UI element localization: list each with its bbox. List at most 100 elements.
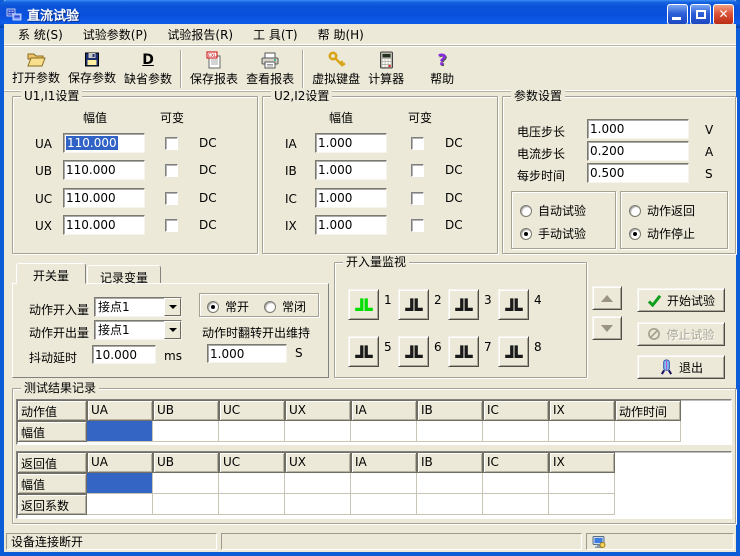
toolbar-label: 计算器 <box>368 70 404 87</box>
uc-amplitude-input[interactable]: 110.000 <box>63 188 145 208</box>
ub-amplitude-input[interactable]: 110.000 <box>63 160 145 180</box>
ua-dc-checkbox[interactable] <box>165 137 178 150</box>
tab-switch[interactable]: 开关量 <box>16 263 86 284</box>
current-step-input[interactable]: 0.200 <box>587 141 689 161</box>
row-label: IA <box>285 137 297 151</box>
manual-test-radio[interactable]: 手动试验 <box>520 225 586 242</box>
contact-button-4[interactable] <box>498 289 529 320</box>
contact-button-7[interactable] <box>448 336 479 367</box>
calculator-button[interactable]: 计算器 <box>364 48 408 90</box>
open-params-button[interactable]: 打开参数 <box>8 48 64 90</box>
contact-button-5[interactable] <box>348 336 379 367</box>
table-cell-selected[interactable] <box>87 473 153 494</box>
normally-closed-radio[interactable]: 常闭 <box>264 298 306 315</box>
ib-dc-checkbox[interactable] <box>411 164 424 177</box>
ic-amplitude-input[interactable]: 1.000 <box>315 188 387 208</box>
menu-test-report[interactable]: 试验报告(R) <box>161 24 239 45</box>
table-cell[interactable] <box>153 421 219 442</box>
start-test-button[interactable]: 开始试验 <box>637 288 725 312</box>
step-down-button[interactable] <box>592 316 622 340</box>
table-cell[interactable] <box>549 494 615 515</box>
view-report-button[interactable]: 查看报表 <box>242 48 298 90</box>
stop-icon <box>647 327 661 341</box>
input-value: 1.000 <box>210 347 244 361</box>
menu-test-params[interactable]: 试验参数(P) <box>77 24 154 45</box>
menu-tools[interactable]: 工 具(T) <box>247 24 304 45</box>
chevron-down-icon[interactable] <box>164 321 181 339</box>
save-report-button[interactable]: EXL 保存报表 <box>186 48 242 90</box>
default-params-button[interactable]: D 缺省参数 <box>120 48 176 90</box>
table-cell[interactable] <box>285 421 351 442</box>
ix-amplitude-input[interactable]: 1.000 <box>315 215 387 235</box>
tab-label: 开关量 <box>33 269 69 283</box>
table-cell[interactable] <box>285 494 351 515</box>
close-button[interactable]: ✕ <box>713 4 734 25</box>
input-value: 110.000 <box>66 163 116 177</box>
table-cell[interactable] <box>615 421 681 442</box>
table-cell[interactable] <box>483 494 549 515</box>
maximize-button[interactable] <box>690 4 711 25</box>
table-cell[interactable] <box>351 494 417 515</box>
menu-system[interactable]: 系 统(S) <box>12 24 69 45</box>
table-cell[interactable] <box>219 494 285 515</box>
exit-button[interactable]: 退出 <box>637 355 725 379</box>
table-cell[interactable] <box>549 473 615 494</box>
contact-button-2[interactable] <box>398 289 429 320</box>
table-cell[interactable] <box>483 473 549 494</box>
chevron-down-icon[interactable] <box>164 298 181 316</box>
ia-dc-checkbox[interactable] <box>411 137 424 150</box>
table-cell[interactable] <box>417 473 483 494</box>
contact-button-6[interactable] <box>398 336 429 367</box>
table-cell[interactable] <box>483 421 549 442</box>
ia-amplitude-input[interactable]: 1.000 <box>315 133 387 153</box>
ux-amplitude-input[interactable]: 110.000 <box>63 215 145 235</box>
debounce-input[interactable]: 10.000 <box>92 345 156 364</box>
action-return-radio[interactable]: 动作返回 <box>629 202 695 219</box>
minimize-button[interactable] <box>667 4 688 25</box>
contact-button-1[interactable] <box>348 289 379 320</box>
table-cell[interactable] <box>285 473 351 494</box>
voltage-step-input[interactable]: 1.000 <box>587 119 689 139</box>
table-cell[interactable] <box>549 421 615 442</box>
table-cell[interactable] <box>153 473 219 494</box>
ic-dc-checkbox[interactable] <box>411 192 424 205</box>
flip-hold-input[interactable]: 1.000 <box>207 344 287 363</box>
normally-open-radio[interactable]: 常开 <box>207 298 249 315</box>
corner-cell: 返回值 <box>17 452 87 473</box>
ux-dc-checkbox[interactable] <box>165 219 178 232</box>
ix-dc-checkbox[interactable] <box>411 219 424 232</box>
table-row: 幅值 <box>17 421 731 442</box>
contact-icon <box>353 294 375 316</box>
col-header: UX <box>285 400 351 421</box>
auto-test-radio[interactable]: 自动试验 <box>520 202 586 219</box>
table-cell[interactable] <box>417 494 483 515</box>
step-up-button[interactable] <box>592 286 622 310</box>
action-stop-radio[interactable]: 动作停止 <box>629 225 695 242</box>
uc-dc-checkbox[interactable] <box>165 192 178 205</box>
menu-help[interactable]: 帮 助(H) <box>312 24 370 45</box>
ub-dc-checkbox[interactable] <box>165 164 178 177</box>
ib-amplitude-input[interactable]: 1.000 <box>315 160 387 180</box>
table-cell[interactable] <box>219 473 285 494</box>
table-cell-selected[interactable] <box>87 421 153 442</box>
tab-record-vars[interactable]: 记录变量 <box>87 265 161 283</box>
col-header: IC <box>483 452 549 473</box>
help-button[interactable]: ? 帮助 <box>426 48 458 90</box>
virtual-keyboard-button[interactable]: 虚拟键盘 <box>308 48 364 90</box>
table-cell[interactable] <box>351 421 417 442</box>
ua-amplitude-input[interactable]: 110.000 <box>63 133 145 153</box>
save-params-button[interactable]: 保存参数 <box>64 48 120 90</box>
table-cell[interactable] <box>219 421 285 442</box>
step-time-input[interactable]: 0.500 <box>587 163 689 183</box>
action-input-combo[interactable]: 接点1 <box>94 297 182 317</box>
table-cell[interactable] <box>87 494 153 515</box>
action-output-combo[interactable]: 接点1 <box>94 320 182 340</box>
table-cell[interactable] <box>153 494 219 515</box>
radio-label: 自动试验 <box>538 202 586 219</box>
stop-test-button[interactable]: 停止试验 <box>637 322 725 346</box>
contact-button-8[interactable] <box>498 336 529 367</box>
table-cell[interactable] <box>417 421 483 442</box>
contact-button-3[interactable] <box>448 289 479 320</box>
radio-label: 动作停止 <box>647 225 695 242</box>
table-cell[interactable] <box>351 473 417 494</box>
